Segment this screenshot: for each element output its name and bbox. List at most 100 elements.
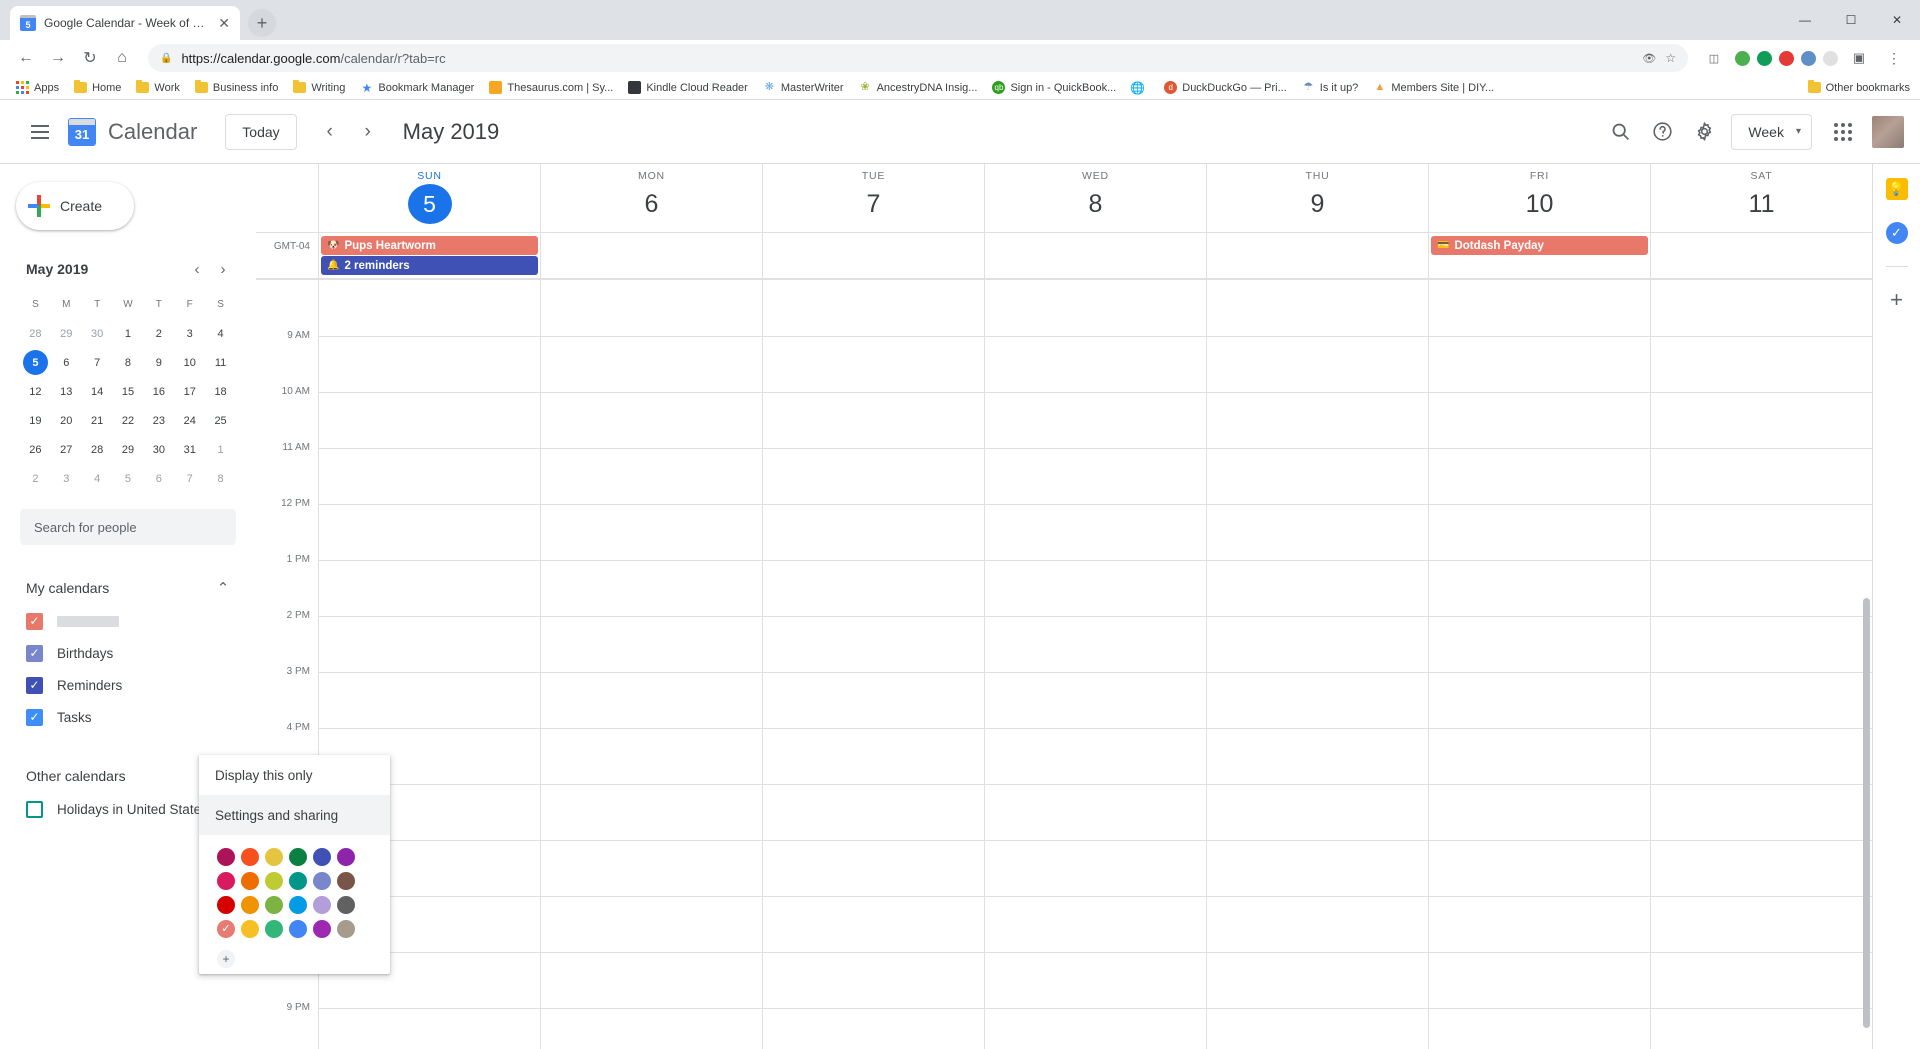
day-header-date[interactable]: 11 [1740,184,1784,224]
color-swatch[interactable] [265,848,283,866]
day-column-wed[interactable] [984,280,1206,1049]
day-header-date[interactable]: 9 [1296,184,1340,224]
today-button[interactable]: Today [225,113,297,150]
calendar-list-item[interactable]: ✓ Reminders [0,669,256,701]
mini-day[interactable]: 29 [113,435,144,464]
address-bar[interactable]: 🔒 https://calendar.google.com/calendar/r… [148,44,1688,72]
browser-tab[interactable]: 5 Google Calendar - Week of May ✕ [10,6,240,40]
mini-day[interactable]: 1 [205,435,236,464]
time-columns[interactable] [318,280,1872,1049]
mini-day[interactable]: 9 [143,348,174,377]
mini-day[interactable]: 8 [113,348,144,377]
bookmark-home[interactable]: Home [68,79,127,96]
vertical-scrollbar[interactable] [1863,598,1870,1028]
all-day-cell[interactable] [762,233,984,278]
keep-icon[interactable]: 💡 [1885,178,1908,200]
bookmark-apps[interactable]: Apps [10,79,65,96]
mini-day[interactable]: 28 [20,319,51,348]
mini-day[interactable]: 4 [82,464,113,493]
mini-day[interactable]: 30 [82,319,113,348]
color-swatch[interactable] [337,848,355,866]
mini-day[interactable]: 11 [205,348,236,377]
mini-day[interactable]: 28 [82,435,113,464]
mini-prev-icon[interactable]: ‹ [184,256,210,282]
all-day-cell[interactable] [1650,233,1872,278]
mini-day[interactable]: 2 [143,319,174,348]
search-icon[interactable] [1599,111,1641,153]
mini-day[interactable]: 6 [51,348,82,377]
next-period-icon[interactable]: › [349,113,387,151]
all-day-cell[interactable] [984,233,1206,278]
mini-day[interactable]: 6 [143,464,174,493]
day-header-date[interactable]: 6 [630,184,674,224]
color-swatch[interactable]: ✓ [217,920,235,938]
all-day-event[interactable]: 🔔 2 reminders [321,256,538,275]
new-tab-button[interactable]: + [248,9,276,37]
mini-day[interactable]: 3 [174,319,205,348]
red-dot-icon[interactable] [1779,50,1794,66]
mini-day[interactable]: 3 [51,464,82,493]
color-swatch[interactable] [217,872,235,890]
day-column-tue[interactable] [762,280,984,1049]
day-header-tue[interactable]: TUE 7 [762,164,984,232]
color-swatch-grid[interactable]: ✓ [199,835,390,945]
color-swatch[interactable] [337,872,355,890]
menu-item-settings-and-sharing[interactable]: Settings and sharing [199,795,390,835]
color-swatch[interactable] [241,920,259,938]
mini-day[interactable]: 13 [51,377,82,406]
create-button[interactable]: Create [16,182,134,230]
help-icon[interactable] [1641,111,1683,153]
bookmark-members-site[interactable]: ▲ Members Site | DIY... [1367,79,1500,96]
color-swatch[interactable] [289,848,307,866]
reload-icon[interactable]: ↻ [76,44,104,72]
color-swatch[interactable] [241,872,259,890]
mini-calendar-grid[interactable]: S M T W T F S 28 29 30 1 2 3 4 5 6 7 8 9 10 11 12 13 14 15 16 17 18… [20,290,236,493]
mini-day[interactable]: 14 [82,377,113,406]
all-day-event[interactable]: 💳 Dotdash Payday [1431,236,1648,255]
bookmark-duckduckgo[interactable]: d DuckDuckGo — Pri... [1158,79,1293,96]
profile-icon[interactable]: ▣ [1845,44,1873,72]
color-swatch[interactable] [337,920,355,938]
calendar-checkbox[interactable]: ✓ [26,644,43,662]
all-day-cell[interactable] [540,233,762,278]
color-swatch[interactable] [313,872,331,890]
bookmark-thesaurus[interactable]: Thesaurus.com | Sy... [483,79,619,96]
bookmark-writing[interactable]: Writing [287,79,351,96]
calendar-logo[interactable]: 31 Calendar [68,117,197,146]
color-swatch[interactable] [265,896,283,914]
color-swatch[interactable] [289,896,307,914]
color-swatch[interactable] [241,848,259,866]
eye-icon[interactable]: 👁 [1642,52,1656,65]
color-swatch[interactable] [265,872,283,890]
color-swatch[interactable] [337,896,355,914]
maximize-icon[interactable]: ☐ [1828,0,1874,40]
back-icon[interactable]: ← [12,44,40,72]
all-day-cell[interactable] [1206,233,1428,278]
extension-icon[interactable] [1823,50,1838,66]
add-addon-icon[interactable]: + [1890,289,1903,311]
mini-day[interactable]: 8 [205,464,236,493]
mini-next-icon[interactable]: › [210,256,236,282]
mini-day[interactable]: 24 [174,406,205,435]
mini-day[interactable]: 5 [20,348,51,377]
mini-day[interactable]: 18 [205,377,236,406]
mini-day[interactable]: 30 [143,435,174,464]
day-header-sat[interactable]: SAT 11 [1650,164,1872,232]
calendar-list-item[interactable]: ✓ Tasks [0,701,256,733]
menu-icon[interactable]: ⋮ [1880,44,1908,72]
color-swatch[interactable] [217,848,235,866]
day-header-mon[interactable]: MON 6 [540,164,762,232]
mini-day[interactable]: 1 [113,319,144,348]
time-grid[interactable]: 9 AM10 AM11 AM12 PM1 PM2 PM3 PM4 PM5 PM6… [256,280,1872,1049]
mini-day[interactable]: 25 [205,406,236,435]
mini-day[interactable]: 4 [205,319,236,348]
all-day-cell[interactable]: 🐶 Pups Heartworm 🔔 2 reminders [318,233,540,278]
day-column-sat[interactable] [1650,280,1872,1049]
window-close-icon[interactable]: ✕ [1874,0,1920,40]
close-icon[interactable]: ✕ [218,16,230,30]
day-column-thu[interactable] [1206,280,1428,1049]
previous-period-icon[interactable]: ‹ [311,113,349,151]
minimize-icon[interactable]: — [1782,0,1828,40]
day-header-date[interactable]: 7 [852,184,896,224]
day-column-fri[interactable] [1428,280,1650,1049]
